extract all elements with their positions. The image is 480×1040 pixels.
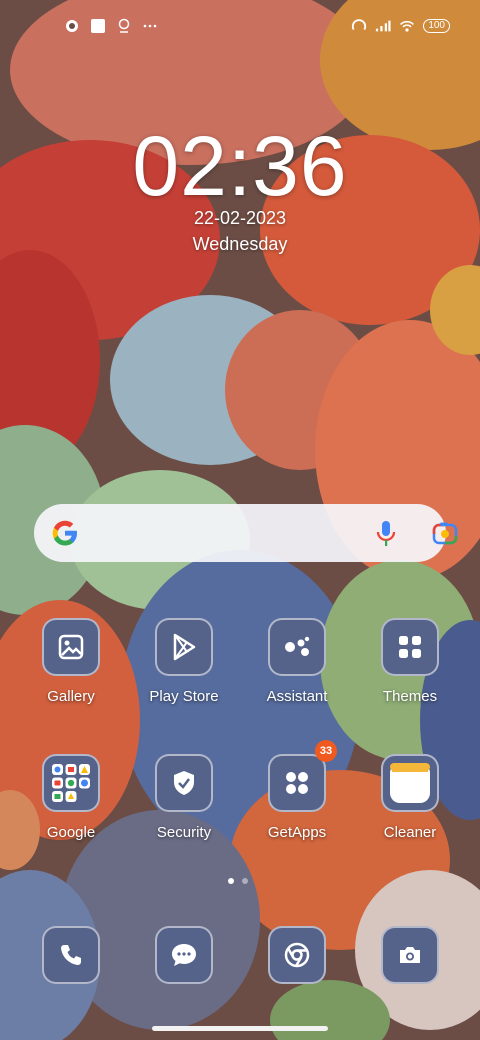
cast-icon [64, 18, 80, 34]
page-indicator [228, 878, 248, 884]
app-getapps[interactable]: 33 GetApps [247, 740, 347, 841]
messages-icon [155, 926, 213, 984]
folder-google[interactable]: Google [21, 754, 121, 841]
more-dots-icon [142, 18, 158, 34]
status-bar: 100 [0, 0, 480, 56]
app-play-store[interactable]: Play Store [134, 618, 234, 705]
chrome-icon [268, 926, 326, 984]
signal-icon [375, 18, 391, 34]
getapps-icon [268, 754, 326, 812]
app-cleaner[interactable]: Cleaner [360, 754, 460, 841]
hotspot-icon [351, 18, 367, 34]
mic-icon[interactable] [376, 520, 396, 553]
app-themes[interactable]: Themes [360, 618, 460, 705]
app-label: Gallery [47, 688, 95, 705]
clock-day: Wednesday [192, 234, 288, 254]
square-notification-icon [90, 18, 106, 34]
camera-icon [381, 926, 439, 984]
security-shield-icon [155, 754, 213, 812]
app-label: Cleaner [383, 824, 437, 841]
clock-date: 22-02-2023 [193, 208, 287, 228]
gesture-nav-bar[interactable] [152, 1026, 328, 1031]
assistant-icon [268, 618, 326, 676]
page-dot [242, 878, 248, 884]
wifi-icon [399, 18, 415, 34]
notification-badge: 33 [315, 740, 337, 762]
phone-icon [42, 926, 100, 984]
themes-icon [381, 618, 439, 676]
lens-icon[interactable] [432, 522, 458, 551]
app-label: GetApps [267, 824, 327, 841]
page-dot-active [228, 878, 234, 884]
dock-phone[interactable] [21, 926, 121, 984]
dock-chrome[interactable] [247, 926, 347, 984]
gallery-icon [42, 618, 100, 676]
clock-time[interactable]: 02:36 [0, 118, 480, 215]
dock-messages[interactable] [134, 926, 234, 984]
app-assistant[interactable]: Assistant [247, 618, 347, 705]
cleaner-icon [381, 754, 439, 812]
app-gallery[interactable]: Gallery [21, 618, 121, 705]
play-store-icon [155, 618, 213, 676]
app-label: Themes [382, 688, 438, 705]
app-label: Assistant [266, 688, 328, 705]
dock-camera[interactable] [360, 926, 460, 984]
google-search-bar[interactable] [34, 504, 458, 562]
location-pin-icon [116, 18, 132, 34]
app-label: Play Store [149, 688, 219, 705]
app-label: Google [46, 824, 96, 841]
app-security[interactable]: Security [134, 754, 234, 841]
app-label: Security [156, 824, 212, 841]
battery-indicator: 100 [423, 19, 450, 33]
google-g-icon [50, 518, 80, 553]
google-folder-icon [42, 754, 100, 812]
